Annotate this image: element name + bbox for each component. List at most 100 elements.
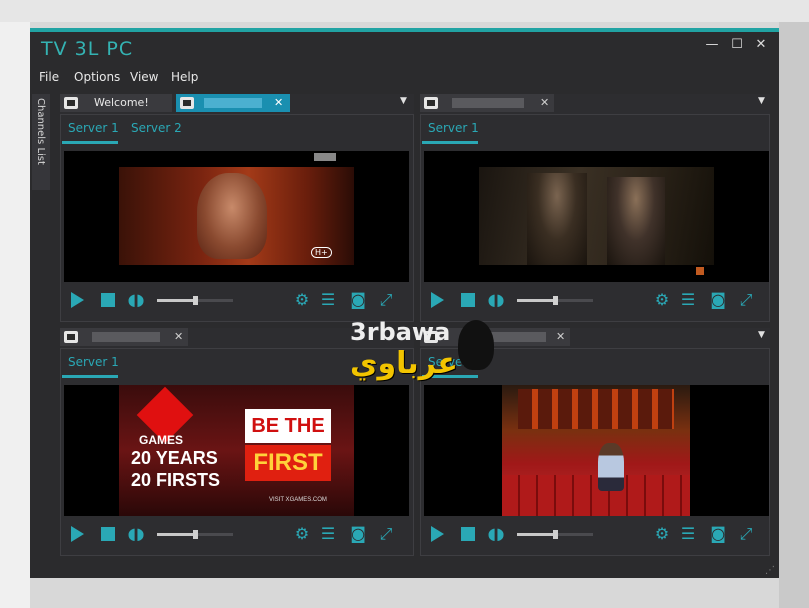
tab-dropdown-icon[interactable]: ▼ [400,96,407,106]
tv-icon [180,97,194,109]
tab-dropdown-icon[interactable]: ▼ [758,96,765,106]
tab-channel[interactable]: ✕ [420,94,554,112]
volume-slider[interactable] [157,296,233,305]
camera-icon[interactable]: ◙ [709,525,727,543]
volume-icon[interactable]: ◖◗ [127,525,145,543]
settings-icon[interactable]: ⚙ [653,291,671,309]
tab-dropdown-icon[interactable]: ▼ [758,330,765,340]
server-tab-1[interactable]: Server 1 [428,121,479,135]
player-controls: ◖◗ ⚙ ☰ ◙ ⤢ [431,291,771,311]
title-bar[interactable]: TV 3L PC — ☐ ✕ [30,32,779,66]
volume-icon[interactable]: ◖◗ [487,525,505,543]
volume-slider[interactable] [517,530,593,539]
stop-icon[interactable] [461,527,475,541]
menu-file[interactable]: File [39,70,59,84]
camera-icon[interactable]: ◙ [709,291,727,309]
player-controls: ◖◗ ⚙ ☰ ◙ ⤢ [431,525,771,545]
tab-channel[interactable]: ✕ [60,328,188,346]
server-tab-1[interactable]: Server 1 [68,121,119,135]
player-controls: ◖◗ ⚙ ☰ ◙ ⤢ [71,525,411,545]
settings-icon[interactable]: ⚙ [653,525,671,543]
fullscreen-icon[interactable]: ⤢ [737,525,755,543]
volume-icon[interactable]: ◖◗ [487,291,505,309]
tabstrip-top-left: Welcome! ✕ ▼ [60,94,414,112]
pane-top-right: ✕ ▼ Server 1 ◖◗ ⚙ ☰ ◙ ⤢ [420,94,770,322]
video-firsts-text: 20 FIRSTS [131,470,221,490]
menu-view[interactable]: View [130,70,158,84]
close-button[interactable]: ✕ [751,36,771,54]
server-tab-1[interactable]: Server 1 [68,355,119,369]
background-desktop-strip [0,0,809,22]
camera-icon[interactable]: ◙ [349,291,367,309]
tab-close-icon[interactable]: ✕ [540,94,549,112]
tab-welcome[interactable]: Welcome! [60,94,172,112]
app-title: TV 3L PC [41,38,134,60]
database-icon[interactable]: ☰ [679,291,697,309]
channels-list-label: Channels List [35,98,46,165]
volume-fill [157,299,195,302]
server-tab-indicator [62,375,118,378]
tab-close-icon[interactable]: ✕ [274,94,283,112]
play-icon[interactable] [431,526,444,542]
tab-channel-label-blurred [452,98,524,108]
tab-channel-label-blurred [92,332,160,342]
settings-icon[interactable]: ⚙ [293,525,311,543]
watermark-arabic: عرباوي [350,346,458,381]
volume-knob[interactable] [553,530,558,539]
video-corner-logo [696,267,704,275]
play-icon[interactable] [71,292,84,308]
volume-fill [157,533,195,536]
tab-close-icon[interactable]: ✕ [556,328,565,346]
tab-close-icon[interactable]: ✕ [174,328,183,346]
video-first-text: FIRST [245,445,331,481]
database-icon[interactable]: ☰ [679,525,697,543]
video-columns [518,389,674,429]
stop-icon[interactable] [101,293,115,307]
video-frame: GAMES 20 YEARS 20 FIRSTS BE THE FIRST VI… [119,385,354,516]
video-years-text: 20 YEARS [131,448,218,468]
video-subject-1 [527,173,587,265]
volume-fill [517,533,555,536]
fullscreen-icon[interactable]: ⤢ [377,291,395,309]
volume-slider[interactable] [517,296,593,305]
watermark-latin: 3rbawa [350,318,451,346]
volume-icon[interactable]: ◖◗ [127,291,145,309]
resize-grip-icon[interactable]: ⋰ [765,565,775,576]
fullscreen-icon[interactable]: ⤢ [737,291,755,309]
volume-knob[interactable] [193,530,198,539]
database-icon[interactable]: ☰ [319,525,337,543]
video-display[interactable] [424,151,769,282]
volume-knob[interactable] [193,296,198,305]
video-be-the-text: BE THE [245,409,331,443]
background-right [779,22,809,608]
pane-top-left: Welcome! ✕ ▼ Server 1 Server 2 H+ ◖◗ ⚙ ☰… [60,94,414,322]
menu-bar: File Options View Help [30,70,779,90]
menu-options[interactable]: Options [74,70,120,84]
volume-knob[interactable] [553,296,558,305]
video-frame [502,385,690,516]
player-controls: ◖◗ ⚙ ☰ ◙ ⤢ [71,291,411,311]
menu-help[interactable]: Help [171,70,198,84]
video-games-text: GAMES [139,433,184,447]
minimize-button[interactable]: — [702,36,722,54]
tab-channel-active[interactable]: ✕ [176,94,290,112]
app-window: TV 3L PC — ☐ ✕ File Options View Help Ch… [30,28,779,578]
stop-icon[interactable] [461,293,475,307]
fullscreen-icon[interactable]: ⤢ [377,525,395,543]
player-panel: Server 1 ◖◗ ⚙ ☰ ◙ ⤢ [420,114,770,322]
video-frame: H+ [119,153,354,265]
maximize-button[interactable]: ☐ [727,36,747,54]
server-tab-2[interactable]: Server 2 [131,121,182,135]
volume-slider[interactable] [157,530,233,539]
settings-icon[interactable]: ⚙ [293,291,311,309]
video-display[interactable]: H+ [64,151,409,282]
camera-icon[interactable]: ◙ [349,525,367,543]
volume-fill [517,299,555,302]
tv-icon [64,331,78,343]
stop-icon[interactable] [101,527,115,541]
background-left [0,22,30,608]
play-icon[interactable] [71,526,84,542]
database-icon[interactable]: ☰ [319,291,337,309]
play-icon[interactable] [431,292,444,308]
channels-list-tab[interactable]: Channels List [32,94,50,190]
